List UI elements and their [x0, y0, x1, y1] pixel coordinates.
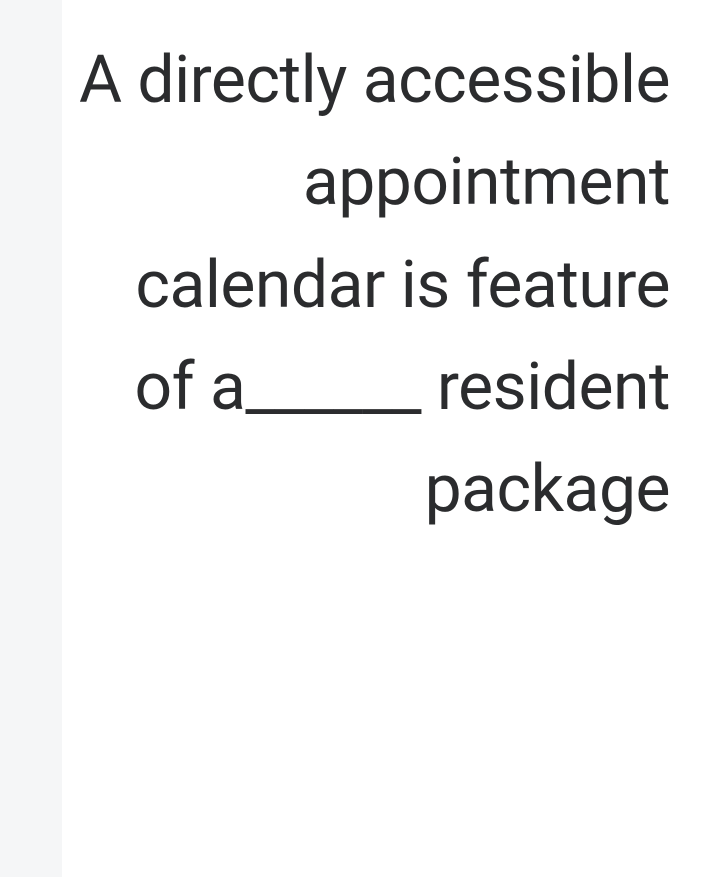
left-gutter	[0, 0, 62, 877]
question-text: A directly accessible appointment calend…	[62, 30, 670, 541]
content-area: A directly accessible appointment calend…	[62, 0, 720, 877]
